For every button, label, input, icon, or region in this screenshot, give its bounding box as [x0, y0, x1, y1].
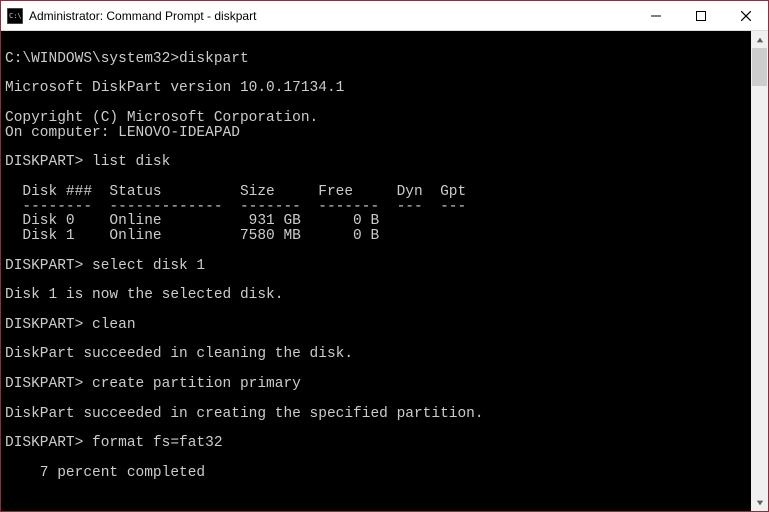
vertical-scrollbar[interactable] — [751, 31, 768, 511]
svg-text:C:\: C:\ — [9, 12, 22, 20]
window-frame: C:\ Administrator: Command Prompt - disk… — [0, 0, 769, 512]
command-prompt-icon: C:\ — [7, 8, 23, 24]
maximize-button[interactable] — [678, 1, 723, 30]
titlebar[interactable]: C:\ Administrator: Command Prompt - disk… — [1, 1, 768, 31]
window-controls — [633, 1, 768, 30]
scroll-up-button[interactable] — [751, 31, 768, 48]
minimize-button[interactable] — [633, 1, 678, 30]
scroll-thumb[interactable] — [752, 48, 767, 86]
close-button[interactable] — [723, 1, 768, 30]
terminal-output[interactable]: C:\WINDOWS\system32>diskpart Microsoft D… — [1, 31, 751, 511]
window-title: Administrator: Command Prompt - diskpart — [29, 9, 633, 23]
window-body: C:\WINDOWS\system32>diskpart Microsoft D… — [1, 31, 768, 511]
scroll-down-button[interactable] — [751, 494, 768, 511]
